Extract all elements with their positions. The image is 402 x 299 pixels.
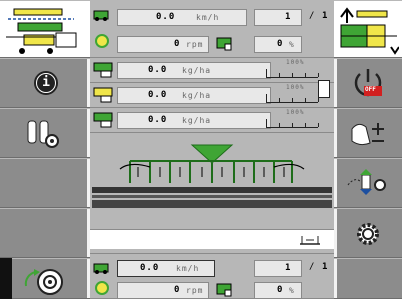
softkey-empty-3[interactable]: [334, 258, 402, 299]
bottom-gear-value: 1: [285, 263, 292, 273]
bottom-speed-display: 0.0 km/h: [117, 260, 215, 277]
softkey-power-off[interactable]: OFF: [334, 58, 402, 108]
power-off-label: OFF: [365, 86, 376, 93]
rpm-icon: [95, 34, 109, 48]
machine-selection-icon: [340, 7, 399, 55]
bin-3-scale-label: 100%: [286, 109, 305, 116]
bin-1-rate-value: 0.0: [148, 65, 168, 75]
percent-value: 0: [277, 39, 284, 49]
bin-1-scale-label: 100%: [286, 59, 305, 66]
bin-3-fill-scale: [266, 119, 319, 128]
bin-3-rate-unit: kg/ha: [182, 116, 212, 125]
softkey-bag-adjust[interactable]: [334, 108, 402, 158]
bin-row-3[interactable]: 0.0 kg/ha 100%: [90, 108, 334, 133]
gear-total: 1: [322, 11, 329, 21]
bin-2-icon: [93, 87, 113, 103]
speed-display: 0.0 km/h: [117, 9, 247, 26]
bottom-gear-total: 1: [322, 262, 329, 272]
bottom-rpm-unit: rpm: [186, 286, 204, 295]
bin-2-rate-display: 0.0 kg/ha: [117, 87, 271, 104]
bottom-hopper-icon: [216, 283, 232, 297]
bin-3-rate-display: 0.0 kg/ha: [117, 112, 271, 129]
ruler-strip: [90, 229, 334, 249]
bottom-speed-value: 0.0: [140, 263, 160, 273]
bottom-percent-unit: %: [289, 286, 295, 295]
softkey-accent: [334, 109, 337, 157]
softkey-wheel-settings[interactable]: [0, 258, 90, 299]
bin-1-fill-scale: [266, 69, 319, 78]
speed-icon: [93, 10, 109, 21]
bin-1-icon: [93, 62, 113, 78]
speed-unit: km/h: [196, 13, 220, 22]
softkey-machine-selection[interactable]: [334, 0, 402, 58]
tires-settings-icon: [27, 120, 59, 148]
speed-value: 0.0: [156, 12, 176, 22]
bottom-rpm-value: 0: [174, 285, 181, 295]
softkey-accent: [334, 59, 337, 107]
percent-display: 0 %: [254, 36, 302, 53]
bottom-rpm-icon: [95, 281, 109, 295]
rpm-unit: rpm: [186, 40, 204, 49]
bottom-gear-slash: /: [309, 262, 315, 272]
power-off-icon: [354, 69, 382, 97]
wheel-settings-icon: [24, 269, 63, 295]
softkey-accent: [334, 159, 337, 207]
rpm-display: 0 rpm: [117, 36, 209, 53]
bottom-percent-display: 0 %: [254, 282, 302, 299]
bin-2-scale-label: 100%: [286, 84, 305, 91]
right-softkey-bar: OFF: [334, 0, 402, 299]
bin-row-2[interactable]: 0.0 kg/ha 100%: [90, 83, 334, 108]
bottom-status-panel: 0.0 km/h 1 / 1 0 rpm 0 %: [90, 253, 334, 299]
hopper-icon: [216, 37, 232, 51]
softkey-info[interactable]: i: [0, 58, 90, 108]
bottom-gear-display: 1: [254, 260, 302, 277]
softkey-empty-1[interactable]: [0, 158, 90, 208]
bin-2-rate-value: 0.0: [148, 90, 168, 100]
softkey-machine-overview[interactable]: [0, 0, 90, 58]
bin-2-fill-scale: [266, 94, 319, 103]
bottom-percent-value: 0: [277, 285, 284, 295]
softkey-accent: [334, 259, 337, 298]
gear-display: 1: [254, 9, 302, 26]
bin-2-rate-unit: kg/ha: [182, 91, 212, 100]
gear-value: 1: [285, 12, 292, 22]
softkey-accent: [334, 209, 337, 257]
softkey-transfer[interactable]: [334, 158, 402, 208]
percent-unit: %: [289, 40, 295, 49]
settings-gear-icon: [357, 223, 379, 245]
rpm-value: 0: [174, 39, 181, 49]
bottom-speed-icon: [93, 263, 109, 274]
bin-1-rate-display: 0.0 kg/ha: [117, 62, 271, 79]
gear-slash: /: [309, 11, 315, 21]
machine-overview-icon: [6, 8, 77, 54]
bag-adjust-icon: [351, 123, 384, 146]
transfer-icon: [347, 169, 386, 195]
bin-3-icon: [93, 112, 113, 128]
top-status-panel: 0.0 km/h 1 / 1 0 rpm 0 %: [90, 0, 334, 58]
softkey-tires-settings[interactable]: [0, 108, 90, 158]
bin-row-1[interactable]: 0.0 kg/ha 100%: [90, 58, 334, 83]
info-icon: i: [37, 74, 55, 92]
left-softkey-bar: i: [0, 0, 90, 299]
softkey-empty-2[interactable]: [0, 208, 90, 258]
softkey-settings[interactable]: [334, 208, 402, 258]
black-corner-block: [0, 258, 12, 299]
bin-3-rate-value: 0.0: [148, 115, 168, 125]
bin-selector-box[interactable]: [318, 80, 330, 98]
bin-1-rate-unit: kg/ha: [182, 66, 212, 75]
ruler-icon: [300, 236, 320, 245]
bottom-rpm-display: 0 rpm: [117, 282, 209, 299]
bottom-speed-unit: km/h: [176, 264, 200, 273]
